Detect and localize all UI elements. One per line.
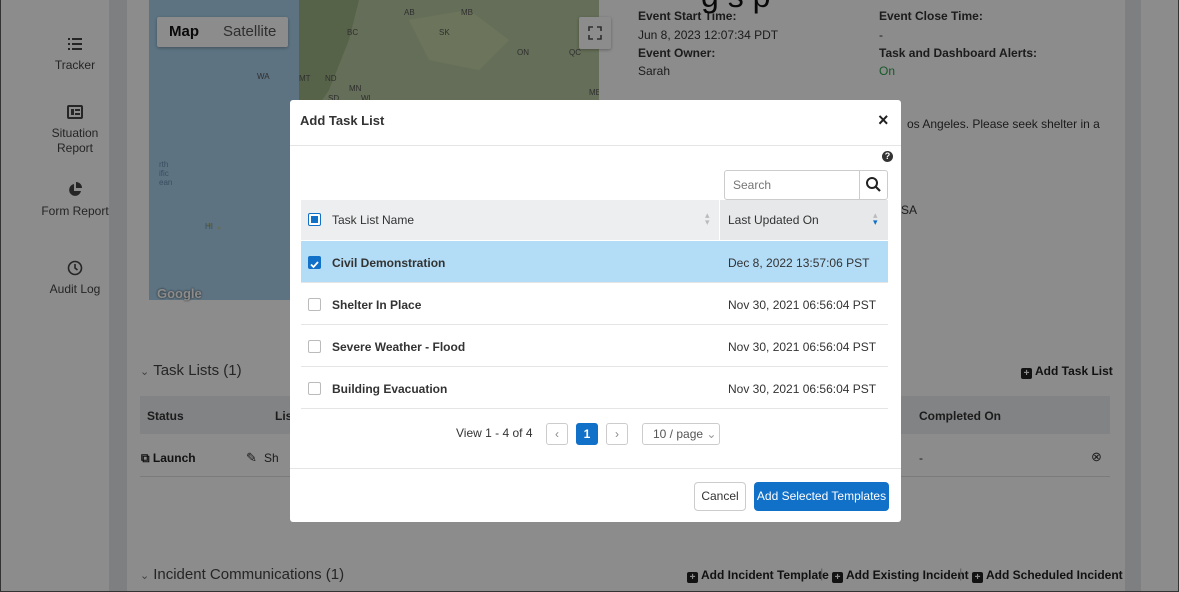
sort-icon[interactable]: ▴ ▾ xyxy=(705,211,710,227)
last-updated-header[interactable]: Last Updated On xyxy=(728,213,819,227)
add-selected-templates-button[interactable]: Add Selected Templates xyxy=(754,482,889,511)
row-updated: Dec 8, 2022 13:57:06 PST xyxy=(728,256,870,270)
checkmark-icon xyxy=(310,261,319,269)
search-icon xyxy=(866,177,881,192)
sort-desc-icon[interactable]: ▴ ▾ xyxy=(873,211,878,227)
row-checkbox[interactable] xyxy=(308,382,321,395)
page-1-button[interactable]: 1 xyxy=(576,423,598,445)
prev-page-button[interactable]: ‹ xyxy=(546,423,568,445)
row-name: Building Evacuation xyxy=(332,382,448,396)
chevron-down-icon: ⌄ xyxy=(706,427,717,441)
modal-title: Add Task List xyxy=(300,113,385,128)
modal-footer-divider xyxy=(290,468,901,469)
row-checkbox[interactable] xyxy=(308,298,321,311)
cancel-button[interactable]: Cancel xyxy=(694,482,746,511)
row-updated: Nov 30, 2021 06:56:04 PST xyxy=(728,298,877,312)
row-updated: Nov 30, 2021 06:56:04 PST xyxy=(728,382,877,396)
row-checkbox-checked[interactable] xyxy=(308,256,321,269)
modal-divider xyxy=(290,145,901,146)
task-list-name-header[interactable]: Task List Name xyxy=(332,213,414,227)
row-checkbox[interactable] xyxy=(308,340,321,353)
page-size-select[interactable]: 10 / page ⌄ xyxy=(642,423,720,445)
row-name: Severe Weather - Flood xyxy=(332,340,466,354)
row-updated: Nov 30, 2021 06:56:04 PST xyxy=(728,340,877,354)
select-all-checkbox[interactable] xyxy=(308,213,321,226)
search-button[interactable] xyxy=(859,170,888,200)
row-name: Civil Demonstration xyxy=(332,256,446,270)
next-page-button[interactable]: › xyxy=(606,423,628,445)
pagination-summary: View 1 - 4 of 4 xyxy=(456,426,533,440)
search-input[interactable] xyxy=(724,170,860,200)
page-size-value: 10 / page xyxy=(653,427,704,441)
close-icon[interactable]: × xyxy=(878,110,889,131)
row-name: Shelter In Place xyxy=(332,298,422,312)
help-icon[interactable]: ? xyxy=(882,151,893,162)
